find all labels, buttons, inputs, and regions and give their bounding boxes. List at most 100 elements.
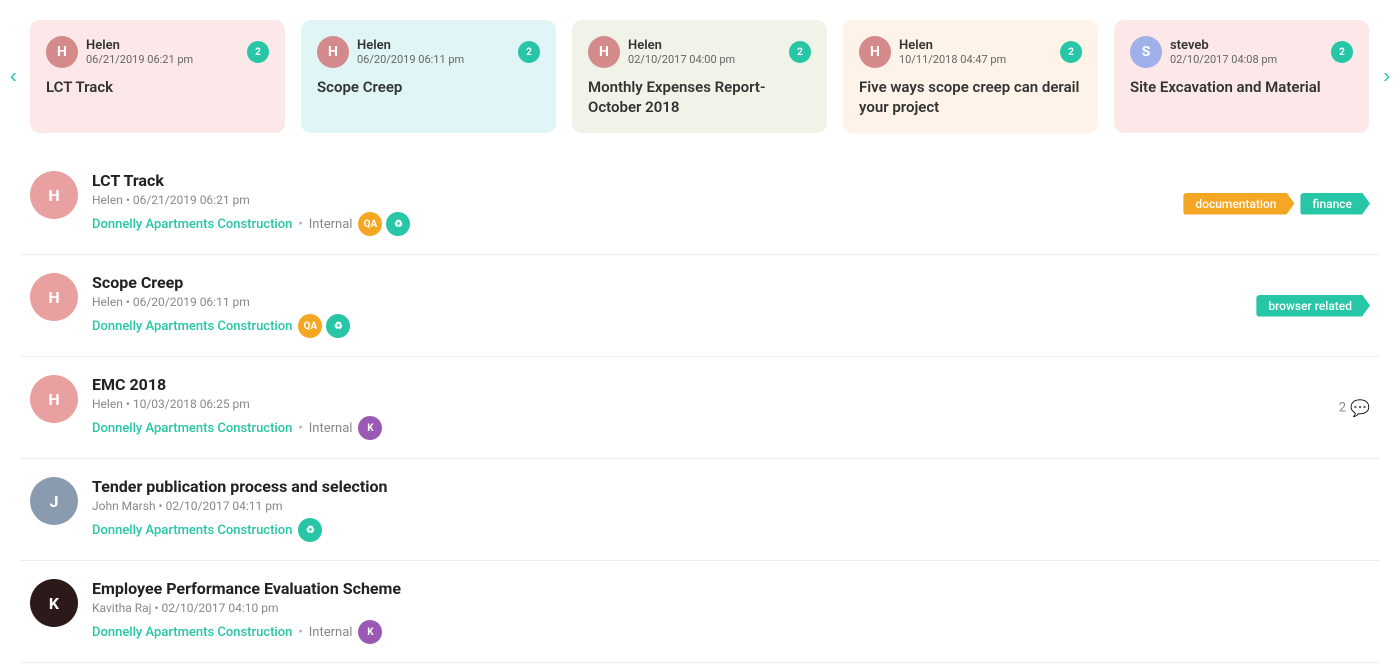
list-item-title[interactable]: EMC 2018 bbox=[92, 375, 1370, 394]
badge-group: K bbox=[358, 416, 382, 440]
list-author: Helen bbox=[92, 397, 123, 411]
list-project-line: Donnelly Apartments Construction QA♻ bbox=[92, 314, 1370, 338]
list-project-link[interactable]: Donnelly Apartments Construction bbox=[92, 421, 292, 436]
list-content: Scope Creep Helen • 06/20/2019 06:11 pm … bbox=[92, 273, 1370, 338]
carousel-prev-button[interactable]: ‹ bbox=[5, 60, 22, 93]
card-header: H Helen 06/20/2019 06:11 pm 2 bbox=[317, 36, 540, 68]
list-item-meta: Helen • 06/20/2019 06:11 pm bbox=[92, 295, 1370, 309]
carousel-card-4[interactable]: H Helen 10/11/2018 04:47 pm 2 Five ways … bbox=[843, 20, 1098, 133]
list-project-link[interactable]: Donnelly Apartments Construction bbox=[92, 217, 292, 232]
list-item-meta: John Marsh • 02/10/2017 04:11 pm bbox=[92, 499, 1370, 513]
list-author: Kavitha Raj bbox=[92, 601, 152, 615]
list-project-link[interactable]: Donnelly Apartments Construction bbox=[92, 523, 292, 538]
list-date: 02/10/2017 04:10 pm bbox=[162, 601, 279, 615]
user-badge: ♻ bbox=[326, 314, 350, 338]
list-content: EMC 2018 Helen • 10/03/2018 06:25 pm Don… bbox=[92, 375, 1370, 440]
badge-group: QA♻ bbox=[298, 314, 350, 338]
card-meta: Helen 02/10/2017 04:00 pm bbox=[628, 38, 781, 66]
card-title: Scope Creep bbox=[317, 78, 540, 98]
list-project-link[interactable]: Donnelly Apartments Construction bbox=[92, 625, 292, 640]
carousel-track: H Helen 06/21/2019 06:21 pm 2 LCT Track … bbox=[30, 20, 1370, 133]
list-author: Helen bbox=[92, 295, 123, 309]
list-item-title[interactable]: LCT Track bbox=[92, 171, 1370, 190]
carousel-card-3[interactable]: H Helen 02/10/2017 04:00 pm 2 Monthly Ex… bbox=[572, 20, 827, 133]
card-avatar: S bbox=[1130, 36, 1162, 68]
card-date: 02/10/2017 04:08 pm bbox=[1170, 53, 1323, 66]
card-header: S steveb 02/10/2017 04:08 pm 2 bbox=[1130, 36, 1353, 68]
card-author: Helen bbox=[86, 38, 239, 53]
tag-label: finance bbox=[1300, 193, 1370, 215]
separator: • bbox=[298, 625, 302, 640]
card-avatar: H bbox=[859, 36, 891, 68]
list-avatar: H bbox=[30, 375, 78, 423]
carousel-wrapper: ‹ H Helen 06/21/2019 06:21 pm 2 LCT Trac… bbox=[0, 0, 1400, 153]
user-badge: ♻ bbox=[386, 212, 410, 236]
list-content: Employee Performance Evaluation Scheme K… bbox=[92, 579, 1370, 644]
list-avatar: H bbox=[30, 273, 78, 321]
list-item-meta: Helen • 06/21/2019 06:21 pm bbox=[92, 193, 1370, 207]
card-badge: 2 bbox=[247, 41, 269, 63]
list-item-4: J Tender publication process and selecti… bbox=[20, 459, 1380, 561]
carousel-card-1[interactable]: H Helen 06/21/2019 06:21 pm 2 LCT Track bbox=[30, 20, 285, 133]
list-item-meta: Kavitha Raj • 02/10/2017 04:10 pm bbox=[92, 601, 1370, 615]
list-date: 10/03/2018 06:25 pm bbox=[133, 397, 250, 411]
internal-label: Internal bbox=[309, 217, 353, 232]
list-author: Helen bbox=[92, 193, 123, 207]
list-item-title[interactable]: Tender publication process and selection bbox=[92, 477, 1370, 496]
card-title: Site Excavation and Material bbox=[1130, 78, 1353, 98]
card-date: 10/11/2018 04:47 pm bbox=[899, 53, 1052, 66]
list-date: 06/20/2019 06:11 pm bbox=[133, 295, 250, 309]
carousel-next-button[interactable]: › bbox=[1378, 60, 1395, 93]
comment-number: 2 bbox=[1339, 400, 1346, 415]
list-item-1: H LCT Track Helen • 06/21/2019 06:21 pm … bbox=[20, 153, 1380, 255]
card-meta: Helen 06/21/2019 06:21 pm bbox=[86, 38, 239, 66]
card-date: 06/21/2019 06:21 pm bbox=[86, 53, 239, 66]
tag-group: browser related bbox=[1256, 295, 1370, 317]
separator: • bbox=[298, 421, 302, 436]
card-badge: 2 bbox=[518, 41, 540, 63]
list-item-meta: Helen • 10/03/2018 06:25 pm bbox=[92, 397, 1370, 411]
list-item-5: K Employee Performance Evaluation Scheme… bbox=[20, 561, 1380, 663]
badge-group: ♻ bbox=[298, 518, 322, 542]
list-date: 02/10/2017 04:11 pm bbox=[166, 499, 283, 513]
list-item-2: H Scope Creep Helen • 06/20/2019 06:11 p… bbox=[20, 255, 1380, 357]
user-badge: QA bbox=[358, 212, 382, 236]
internal-label: Internal bbox=[309, 421, 353, 436]
card-avatar: H bbox=[46, 36, 78, 68]
list-item-title[interactable]: Scope Creep bbox=[92, 273, 1370, 292]
carousel-card-2[interactable]: H Helen 06/20/2019 06:11 pm 2 Scope Cree… bbox=[301, 20, 556, 133]
card-author: Helen bbox=[357, 38, 510, 53]
card-date: 06/20/2019 06:11 pm bbox=[357, 53, 510, 66]
tag-label: documentation bbox=[1183, 193, 1294, 215]
list-item-title[interactable]: Employee Performance Evaluation Scheme bbox=[92, 579, 1370, 598]
card-badge: 2 bbox=[789, 41, 811, 63]
internal-label: Internal bbox=[309, 625, 353, 640]
badge-group: QA♻ bbox=[358, 212, 410, 236]
list-project-line: Donnelly Apartments Construction • Intern… bbox=[92, 620, 1370, 644]
carousel-card-5[interactable]: S steveb 02/10/2017 04:08 pm 2 Site Exca… bbox=[1114, 20, 1369, 133]
card-header: H Helen 06/21/2019 06:21 pm 2 bbox=[46, 36, 269, 68]
card-badge: 2 bbox=[1060, 41, 1082, 63]
list-project-line: Donnelly Apartments Construction • Intern… bbox=[92, 416, 1370, 440]
carousel-section: ‹ H Helen 06/21/2019 06:21 pm 2 LCT Trac… bbox=[0, 0, 1400, 153]
list-item-3: H EMC 2018 Helen • 10/03/2018 06:25 pm D… bbox=[20, 357, 1380, 459]
user-badge: K bbox=[358, 416, 382, 440]
card-meta: steveb 02/10/2017 04:08 pm bbox=[1170, 38, 1323, 66]
card-date: 02/10/2017 04:00 pm bbox=[628, 53, 781, 66]
user-badge: K bbox=[358, 620, 382, 644]
list-author: John Marsh bbox=[92, 499, 156, 513]
list-project-line: Donnelly Apartments Construction ♻ bbox=[92, 518, 1370, 542]
card-meta: Helen 10/11/2018 04:47 pm bbox=[899, 38, 1052, 66]
list-project-link[interactable]: Donnelly Apartments Construction bbox=[92, 319, 292, 334]
card-title: LCT Track bbox=[46, 78, 269, 98]
badge-group: K bbox=[358, 620, 382, 644]
card-author: steveb bbox=[1170, 38, 1323, 53]
user-badge: ♻ bbox=[298, 518, 322, 542]
list-avatar: J bbox=[30, 477, 78, 525]
list-content: LCT Track Helen • 06/21/2019 06:21 pm Do… bbox=[92, 171, 1370, 236]
card-title: Five ways scope creep can derail your pr… bbox=[859, 78, 1082, 117]
card-title: Monthly Expenses Report- October 2018 bbox=[588, 78, 811, 117]
tag-label: browser related bbox=[1256, 295, 1370, 317]
user-badge: QA bbox=[298, 314, 322, 338]
card-header: H Helen 10/11/2018 04:47 pm 2 bbox=[859, 36, 1082, 68]
